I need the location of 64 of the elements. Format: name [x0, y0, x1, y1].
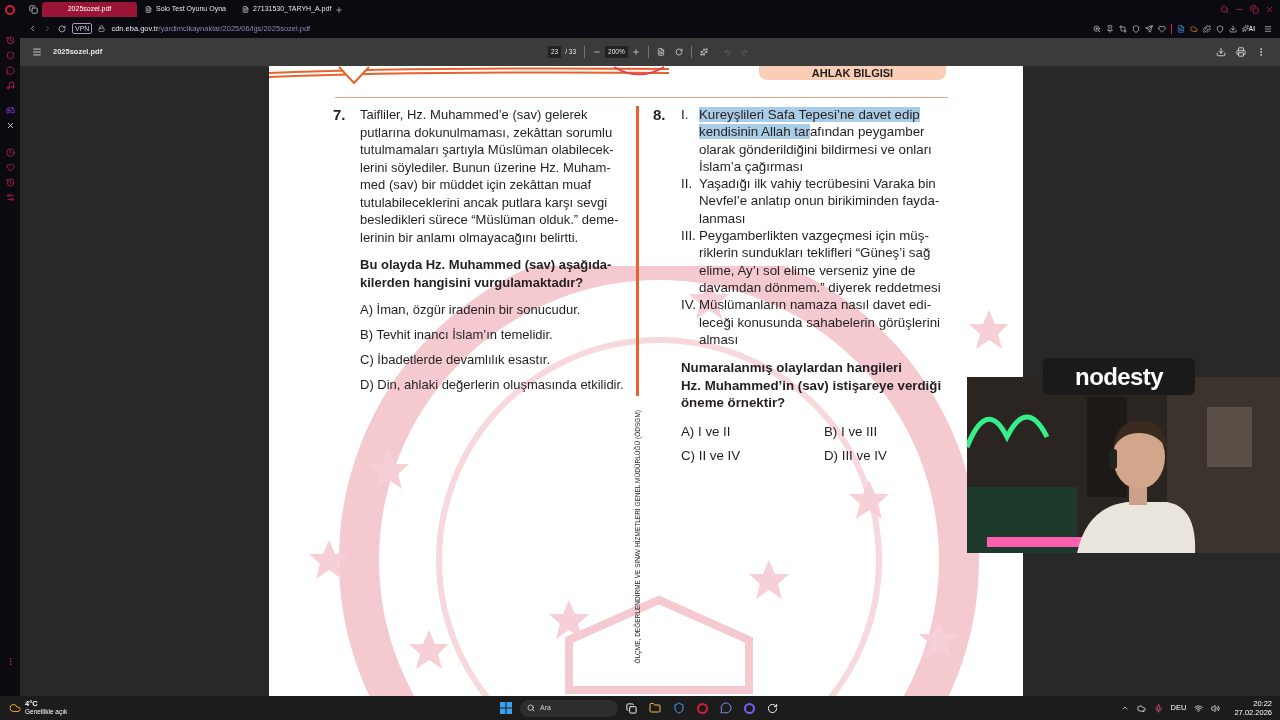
- reload-icon[interactable]: [58, 24, 66, 33]
- chevron-up-icon[interactable]: [1120, 704, 1129, 712]
- zoom-out-icon[interactable]: [593, 48, 602, 56]
- menu-icon[interactable]: [32, 47, 42, 57]
- answer-option: A) I ve II: [681, 422, 824, 440]
- zoom-in-icon[interactable]: [631, 48, 640, 56]
- lock-icon[interactable]: [98, 25, 106, 32]
- answer-option: C) İbadetlerde devamlılık esastır.: [360, 351, 628, 369]
- statement-numeral: IV.: [681, 296, 698, 315]
- question-number: 8.: [653, 106, 667, 125]
- x-icon[interactable]: [5, 121, 15, 130]
- windows-icon[interactable]: [500, 702, 512, 714]
- statement-text: Peygamberlikten vazgeçmesi için müş- riklerin sundukları teklifleri “Güneş’i sağ elime, Ay’ı sol elime verseniz yine de davamdan dönmem.” diyerek reddetmesi: [699, 227, 941, 297]
- close-icon[interactable]: [1265, 5, 1274, 14]
- question-text: Taifliler, Hz. Muhammed’e (sav) gelerek putlarına dokunulmaması, zekâttan sorumlu tutulmamaları şartıyla Müslüman olabilecek- lerini söylediler. Bunun üzerine Hz. Muham- med (sav) bir müddet için zekâttan muaf tutulabileceklerini ancak putlara karşı sevgi besledikleri sürece “Müslüman olduk.” deme- lerinin bir anlamı olmayacağını belirtti.: [360, 106, 620, 246]
- document-icon[interactable]: [145, 6, 152, 13]
- statement-numeral: II.: [681, 175, 694, 194]
- menu-icon[interactable]: [1264, 24, 1272, 33]
- snapshot-icon[interactable]: [1118, 24, 1127, 33]
- answer-option: B) I ve III: [824, 422, 948, 440]
- statement-numeral: III.: [681, 227, 697, 246]
- clock-icon[interactable]: [5, 148, 15, 157]
- question-number: 7.: [333, 106, 347, 125]
- cloud-icon[interactable]: [1136, 703, 1146, 713]
- answer-option: D) Din, ahlaki değerlerin oluşmasında etkilidir.: [360, 376, 628, 394]
- back-icon[interactable]: [28, 24, 37, 33]
- music-icon[interactable]: [5, 81, 15, 90]
- browser-logo-icon[interactable]: [697, 702, 708, 714]
- folder-icon[interactable]: [649, 702, 661, 714]
- answer-option: A) İman, özgür iradenin bir sonucudur.: [360, 301, 628, 319]
- puzzle-icon[interactable]: [1202, 24, 1211, 33]
- history-icon[interactable]: [5, 36, 15, 45]
- statement-text: Müslümanların namaza nasıl davet edi- leceği konusunda sahabelerin görüşlerini alması: [699, 296, 940, 349]
- history-icon[interactable]: [5, 178, 15, 187]
- answer-option: D) III ve IV: [824, 447, 948, 465]
- zoom-icon[interactable]: [1092, 24, 1101, 33]
- browser-logo-icon[interactable]: [5, 4, 15, 15]
- pin-icon[interactable]: [1105, 24, 1114, 33]
- shield-icon[interactable]: [1131, 24, 1140, 33]
- microphone-icon[interactable]: [1153, 703, 1163, 713]
- network-icon[interactable]: [1194, 703, 1204, 713]
- statement-text: Kureyşlileri Safa Tepesi’ne davet edip kendisinin Allah tarafından peygamber olarak gönderildiğini bildirmesi ve onları İslam’a çağırması: [699, 106, 932, 176]
- settings-icon[interactable]: [5, 193, 15, 202]
- statement-text: Yaşadığı ilk vahiy tecrübesini Varaka bin Nevfel’e anlatıp onun birikiminden fayda- lanması: [699, 175, 940, 228]
- statement-numeral: I.: [681, 106, 690, 124]
- volume-icon[interactable]: [1211, 703, 1221, 713]
- game-icon[interactable]: [5, 106, 15, 115]
- document-icon[interactable]: [242, 6, 249, 13]
- channel-logo: nodesty: [1043, 358, 1195, 395]
- weather-icon[interactable]: [9, 702, 21, 714]
- task-view-icon[interactable]: [626, 702, 637, 714]
- section-label: AHLAK BILGISI: [759, 66, 946, 80]
- question-prompt: Bu olayda Hz. Muhammed (sav) aşağıda- kilerden hangisini vurgulamaktadır?: [360, 256, 613, 292]
- question-prompt: Numaralanmış olaylardan hangileri Hz. Muhammed’in (sav) istişareye verdiği öneme örnektir?: [681, 359, 943, 412]
- download-icon[interactable]: [1216, 47, 1226, 57]
- new-tab-icon[interactable]: [335, 5, 343, 14]
- chat-icon[interactable]: [720, 702, 732, 714]
- tab-overview-icon[interactable]: [29, 5, 38, 14]
- rotate-icon[interactable]: [674, 48, 683, 56]
- download-icon[interactable]: [1228, 24, 1237, 33]
- send-icon[interactable]: [1144, 24, 1153, 33]
- answer-option: C) II ve IV: [681, 447, 824, 465]
- print-icon[interactable]: [1236, 47, 1246, 57]
- answer-option: B) Tevhit inancı İslam’ın temelidir.: [360, 326, 628, 344]
